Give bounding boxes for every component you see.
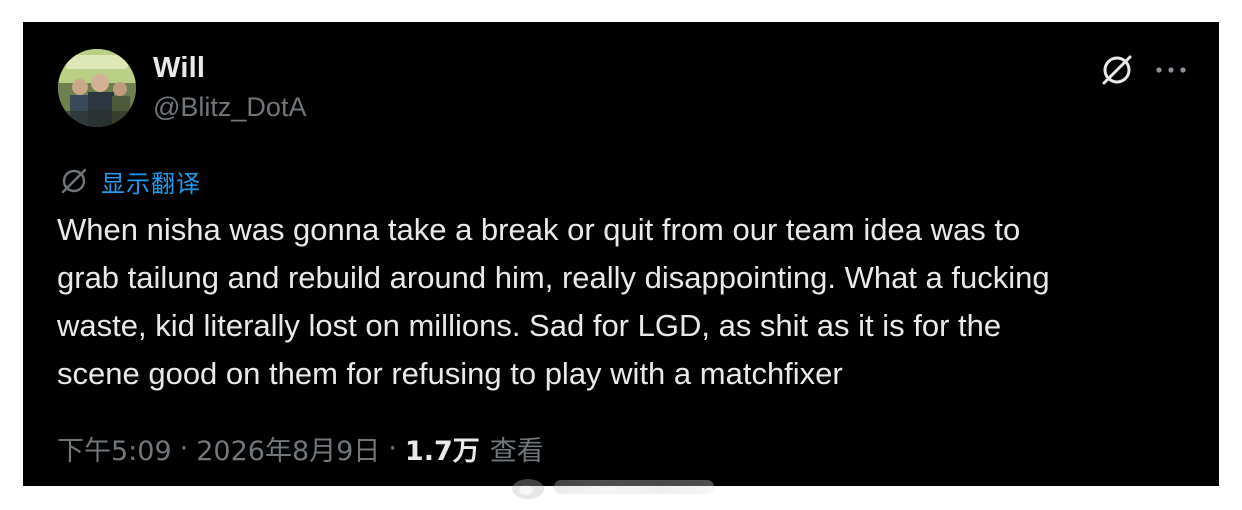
grok-icon [1102, 55, 1132, 85]
translate-icon [61, 168, 87, 194]
author-name[interactable]: Will [153, 52, 205, 85]
show-translation-label: 显示翻译 [101, 169, 201, 198]
show-translation-link[interactable]: 显示翻译 [59, 165, 201, 198]
more-horizontal-icon [1156, 67, 1186, 73]
views-count[interactable]: 1.7万 [405, 429, 480, 468]
watermark-logo-icon [512, 479, 544, 499]
more-button[interactable] [1151, 52, 1191, 88]
avatar[interactable] [58, 49, 136, 127]
tweet-time[interactable]: 下午5:09 [57, 429, 172, 468]
tweet-meta: 下午5:09 · 2026年8月9日 · 1.7万 查看 [57, 429, 544, 468]
tweet-text: When nisha was gonna take a break or qui… [57, 212, 1050, 391]
grok-button[interactable] [1097, 50, 1137, 90]
avatar-photo [58, 49, 136, 127]
watermark [508, 472, 714, 502]
meta-separator: · [179, 433, 189, 464]
tweet-date[interactable]: 2026年8月9日 [196, 429, 380, 468]
author-handle[interactable]: @Blitz_DotA [153, 92, 306, 123]
meta-separator: · [388, 433, 397, 464]
tweet-card: Will @Blitz_DotA 显示翻译 When nisha was gon… [23, 22, 1219, 486]
watermark-text-blur [554, 480, 714, 494]
views-label[interactable]: 查看 [490, 429, 544, 468]
